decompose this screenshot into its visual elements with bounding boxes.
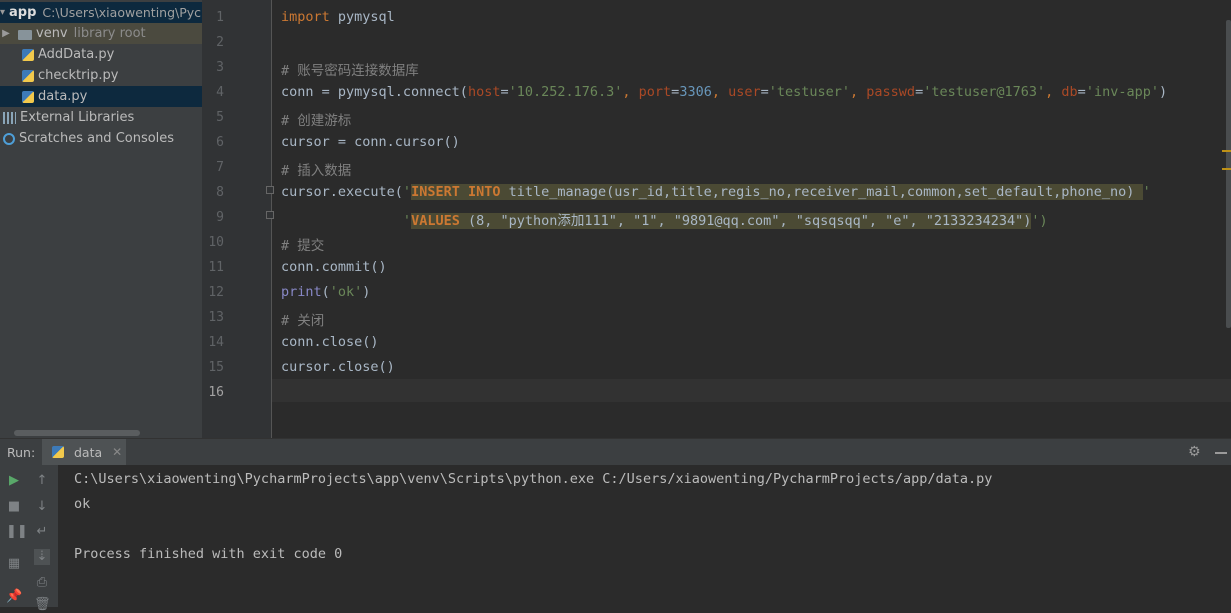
- project-horizontal-scrollbar[interactable]: [14, 430, 140, 436]
- code-line: import pymysql: [281, 9, 395, 25]
- code-line: conn.close(): [281, 334, 379, 350]
- run-toolbar: ▶ ↑ ■ ↓ ❚❚ ↵ ⇣ ▦ ⎙ 📌 🗑: [0, 465, 58, 612]
- rerun-icon[interactable]: ▶: [6, 473, 22, 489]
- tree-item-external-libraries[interactable]: External Libraries: [0, 107, 202, 128]
- editor-vertical-scrollbar[interactable]: [1226, 20, 1231, 328]
- code-line: cursor.close(): [281, 359, 395, 375]
- line-number: 6: [216, 135, 224, 150]
- chevron-down-icon[interactable]: ▾: [0, 7, 5, 18]
- line-number: 15: [208, 360, 224, 375]
- line-number: 10: [208, 235, 224, 250]
- fold-marker-icon[interactable]: [266, 186, 274, 194]
- code-line: # 关闭: [281, 313, 325, 329]
- scroll-to-end-icon[interactable]: ⇣: [34, 549, 50, 565]
- python-file-icon: [22, 48, 34, 61]
- project-root-row[interactable]: ▾ app C:\Users\xiaowenting\Pych: [0, 2, 202, 23]
- line-number: 3: [216, 60, 224, 75]
- console-line: ok: [74, 496, 91, 512]
- code-line: 'VALUES (8, "python添加111", "1", "9891@qq…: [402, 213, 1048, 229]
- code-line: cursor.execute('INSERT INTO title_manage…: [281, 184, 1151, 200]
- error-stripe-marker[interactable]: [1222, 168, 1231, 170]
- run-label: Run:: [7, 445, 36, 460]
- pin-icon[interactable]: 📌: [6, 589, 22, 605]
- gear-icon[interactable]: ⚙: [1188, 444, 1201, 460]
- line-number: 12: [208, 285, 224, 300]
- layout-icon[interactable]: ▦: [6, 556, 22, 572]
- code-line: conn = pymysql.connect(host='10.252.176.…: [281, 84, 1168, 100]
- line-number: 14: [208, 335, 224, 350]
- trash-icon[interactable]: 🗑: [34, 597, 51, 613]
- line-number: 5: [216, 110, 224, 125]
- project-tool-window: ▾ app C:\Users\xiaowenting\Pych ▶ venv l…: [0, 0, 202, 438]
- run-tab-label: data: [74, 444, 103, 460]
- code-line: cursor = conn.cursor(): [281, 134, 460, 150]
- python-file-icon: [52, 446, 64, 458]
- code-line: conn.commit(): [281, 259, 387, 275]
- tree-item-scratches[interactable]: Scratches and Consoles: [0, 128, 202, 149]
- console-line: C:\Users\xiaowenting\PycharmProjects\app…: [74, 471, 993, 487]
- minimize-icon[interactable]: [1215, 452, 1227, 454]
- scratches-label: Scratches and Consoles: [19, 131, 175, 146]
- pause-icon[interactable]: ❚❚: [6, 524, 28, 540]
- line-number: 13: [208, 310, 224, 325]
- external-libraries-label: External Libraries: [20, 110, 135, 125]
- run-tool-window-header: Run: data ✕ ⚙: [0, 438, 1231, 465]
- line-number: 8: [216, 185, 224, 200]
- fold-marker-icon[interactable]: [266, 211, 274, 219]
- line-number: 9: [216, 210, 224, 225]
- current-line-highlight: [272, 379, 1231, 402]
- code-line: # 创建游标: [281, 113, 352, 129]
- code-line: print('ok'): [281, 284, 371, 300]
- close-icon[interactable]: ✕: [112, 445, 122, 459]
- line-number: 4: [216, 85, 224, 100]
- line-number: 1: [216, 10, 224, 25]
- run-tab-data[interactable]: data ✕: [42, 439, 126, 465]
- tree-item-file-selected[interactable]: data.py: [0, 86, 202, 107]
- arrow-down-icon[interactable]: ↓: [34, 499, 50, 515]
- code-line: # 提交: [281, 238, 325, 254]
- venv-label: venv: [36, 26, 68, 41]
- tree-item-file[interactable]: checktrip.py: [0, 65, 202, 86]
- line-number: 7: [216, 160, 224, 175]
- python-file-icon: [22, 90, 34, 103]
- line-number: 2: [216, 35, 224, 50]
- project-root-path: C:\Users\xiaowenting\Pych: [42, 5, 202, 20]
- stop-icon[interactable]: ■: [6, 499, 22, 515]
- print-icon[interactable]: ⎙: [34, 575, 50, 591]
- code-line: # 账号密码连接数据库: [281, 63, 419, 79]
- error-stripe-marker[interactable]: [1222, 150, 1231, 152]
- file-label: checktrip.py: [38, 68, 119, 83]
- venv-library-root-hint: library root: [73, 26, 146, 41]
- code-line: # 插入数据: [281, 163, 352, 179]
- line-number: 16: [208, 385, 224, 400]
- python-file-icon: [22, 69, 34, 82]
- tree-item-file[interactable]: AddData.py: [0, 44, 202, 65]
- soft-wrap-icon[interactable]: ↵: [34, 524, 50, 540]
- arrow-up-icon[interactable]: ↑: [34, 473, 50, 489]
- line-number: 11: [208, 260, 224, 275]
- library-icon: [3, 111, 16, 124]
- tree-item-venv[interactable]: ▶ venv library root: [0, 23, 202, 44]
- file-label: AddData.py: [38, 47, 115, 62]
- file-label: data.py: [38, 89, 88, 104]
- folder-icon: [18, 29, 32, 40]
- console-line: Process finished with exit code 0: [74, 546, 343, 562]
- project-root-name: app: [9, 5, 37, 20]
- scratches-icon: [3, 132, 15, 145]
- chevron-right-icon[interactable]: ▶: [0, 28, 12, 39]
